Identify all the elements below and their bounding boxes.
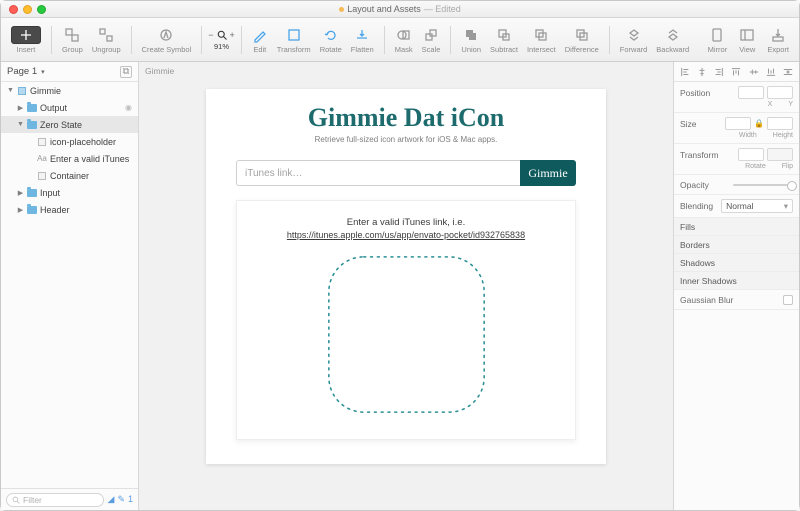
flatten-button[interactable]: Flatten [347, 24, 378, 56]
app-window: Layout and Assets — Edited Insert Group … [0, 0, 800, 511]
align-bottom-icon [766, 67, 776, 77]
borders-section[interactable]: Borders [674, 236, 799, 254]
view-button[interactable]: View [735, 24, 759, 56]
backward-button[interactable]: Backward [652, 24, 693, 56]
distribute-icon [783, 67, 793, 77]
checkbox-icon[interactable] [783, 295, 793, 305]
rotate-button[interactable]: Rotate [316, 24, 346, 56]
difference-button[interactable]: Difference [561, 24, 603, 56]
inspector: Position XY Size 🔒 Widt [673, 62, 799, 510]
ungroup-button[interactable]: Ungroup [88, 24, 125, 56]
layer-list: Gimmie Output ◉ Zero State ▶ icon-placeh… [1, 82, 138, 488]
scale-button[interactable]: Scale [418, 24, 445, 56]
align-hcenter-icon [697, 67, 707, 77]
lock-icon[interactable]: 🔒 [754, 119, 764, 128]
intersect-button[interactable]: Intersect [523, 24, 560, 56]
blending-select[interactable]: Normal▾ [721, 199, 793, 213]
insert-button[interactable]: Insert [7, 24, 45, 56]
toolbar: Insert Group Ungroup Create Symbol − + 9… [1, 18, 799, 62]
layer-filter-input[interactable]: Filter [6, 493, 104, 507]
opacity-slider[interactable] [733, 184, 793, 186]
opacity-row: Opacity [674, 175, 799, 195]
visibility-icon[interactable]: ◉ [125, 103, 132, 112]
align-top-icon [731, 67, 741, 77]
canvas[interactable]: Gimmie Dat iCon Retrieve full-sized icon… [139, 79, 673, 510]
layer-text-enter-valid[interactable]: ▶Aa Enter a valid iTunes [1, 150, 138, 167]
size-row: Size 🔒 WidthHeight [674, 113, 799, 144]
duplicate-page-icon[interactable]: ⧉ [120, 66, 132, 78]
edit-button[interactable]: Edit [248, 24, 272, 56]
icon-placeholder [324, 252, 489, 417]
layer-folder-output[interactable]: Output ◉ [1, 99, 138, 116]
search-row: iTunes link… Gimmie [236, 160, 576, 186]
align-vcenter-icon [749, 67, 759, 77]
fills-section[interactable]: Fills [674, 218, 799, 236]
flip-toggle[interactable] [767, 148, 793, 161]
group-button[interactable]: Group [58, 24, 87, 56]
union-button[interactable]: Union [457, 24, 485, 56]
layer-sidebar: Page 1 ▾ ⧉ Gimmie Output ◉ Zero State [1, 62, 139, 510]
rotate-field[interactable] [738, 148, 764, 161]
layer-folder-zero-state[interactable]: Zero State [1, 116, 138, 133]
align-left-icon [680, 67, 690, 77]
transform-row: Transform RotateFlip [674, 144, 799, 175]
zero-state-hint: Enter a valid iTunes link, i.e. [347, 217, 465, 228]
mirror-button[interactable]: Mirror [704, 24, 732, 56]
titlebar: Layout and Assets — Edited [1, 1, 799, 18]
create-symbol-button[interactable]: Create Symbol [138, 24, 196, 56]
zoom-control[interactable]: − + 91% [208, 29, 235, 51]
align-right-icon [714, 67, 724, 77]
inner-shadows-section[interactable]: Inner Shadows [674, 272, 799, 290]
layer-folder-header[interactable]: Header [1, 201, 138, 218]
app-tagline: Retrieve full-sized icon artwork for iOS… [315, 135, 498, 144]
page-label: Page 1 [7, 66, 37, 77]
blending-row: Blending Normal▾ [674, 195, 799, 218]
forward-button[interactable]: Forward [616, 24, 652, 56]
position-y-field[interactable] [767, 86, 793, 99]
width-field[interactable] [725, 117, 751, 130]
layer-folder-input[interactable]: Input [1, 184, 138, 201]
position-row: Position XY [674, 82, 799, 113]
gaussian-blur-row[interactable]: Gaussian Blur [674, 290, 799, 310]
modified-dot-icon [339, 7, 344, 12]
body: Page 1 ▾ ⧉ Gimmie Output ◉ Zero State [1, 62, 799, 510]
layer-container[interactable]: ▶ Container [1, 167, 138, 184]
layer-artboard-gimmie[interactable]: Gimmie [1, 82, 138, 99]
chevron-down-icon: ▾ [41, 68, 45, 76]
align-controls[interactable] [674, 62, 799, 82]
zero-state-example-link[interactable]: https://itunes.apple.com/us/app/envato-p… [287, 230, 525, 240]
transform-button[interactable]: Transform [273, 24, 315, 56]
canvas-area: Gimmie Gimmie Dat iCon Retrieve full-siz… [139, 62, 673, 510]
page-selector[interactable]: Page 1 ▾ ⧉ [1, 62, 138, 82]
zoom-value: 91% [214, 42, 229, 51]
zero-state-card: Enter a valid iTunes link, i.e. https://… [236, 200, 576, 440]
window-title-text: Layout and Assets [347, 4, 421, 14]
subtract-button[interactable]: Subtract [486, 24, 522, 56]
filter-toggle-icons[interactable]: ◢ ✎1 [108, 494, 133, 505]
artboard-gimmie[interactable]: Gimmie Dat iCon Retrieve full-sized icon… [206, 89, 606, 464]
position-x-field[interactable] [738, 86, 764, 99]
export-button[interactable]: Export [763, 24, 793, 56]
gimmie-button[interactable]: Gimmie [520, 160, 576, 186]
shadows-section[interactable]: Shadows [674, 254, 799, 272]
itunes-link-input[interactable]: iTunes link… [236, 160, 520, 186]
layer-icon-placeholder[interactable]: ▶ icon-placeholder [1, 133, 138, 150]
app-logo-text: Gimmie Dat iCon [308, 103, 504, 133]
layer-filter-row: Filter ◢ ✎1 [1, 488, 138, 510]
window-title: Layout and Assets — Edited [1, 4, 799, 14]
breadcrumb: Gimmie [139, 62, 673, 79]
height-field[interactable] [767, 117, 793, 130]
search-icon [12, 496, 20, 504]
window-edited-text: — Edited [424, 4, 461, 14]
mask-button[interactable]: Mask [391, 24, 417, 56]
